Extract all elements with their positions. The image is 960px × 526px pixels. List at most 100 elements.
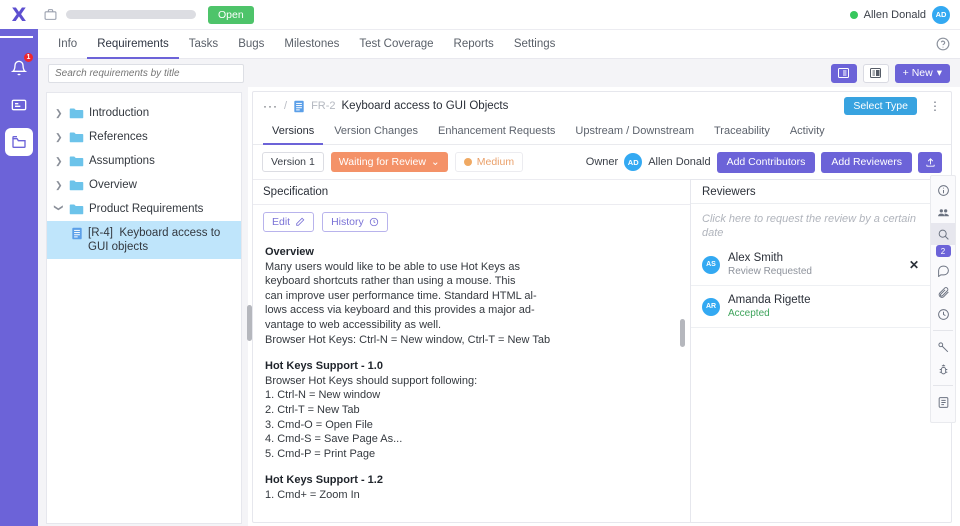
remove-reviewer-icon[interactable]: ✕ — [909, 258, 919, 272]
chevron-down-icon[interactable]: ❯ — [53, 204, 66, 213]
tab-traceability[interactable]: Traceability — [705, 119, 779, 145]
tab-enhancement-requests[interactable]: Enhancement Requests — [429, 119, 564, 145]
spec-heading: Hot Keys Support - 1.2 — [265, 474, 383, 486]
reviewer-row[interactable]: AS Alex Smith Review Requested ✕ — [691, 244, 930, 286]
version-toolbar: Version 1 Waiting for Review ⌄ Medium Ow… — [253, 145, 951, 179]
select-type-button[interactable]: Select Type — [844, 97, 917, 115]
more-options-icon[interactable]: ⋮ — [923, 101, 941, 111]
user-name: Allen Donald — [864, 9, 926, 21]
tab-milestones[interactable]: Milestones — [274, 30, 349, 59]
online-status-dot — [850, 11, 858, 19]
tree-item-label: Product Requirements — [89, 202, 203, 216]
chevron-right-icon[interactable]: ❯ — [55, 154, 64, 167]
review-icon[interactable] — [931, 223, 955, 245]
briefcase-icon — [44, 8, 57, 21]
tree-item-label: References — [89, 130, 148, 144]
document-icon — [293, 100, 305, 113]
search-input[interactable] — [48, 64, 244, 83]
breadcrumb-overflow[interactable]: ··· — [263, 99, 278, 113]
chevron-right-icon[interactable]: ❯ — [55, 178, 64, 191]
reviewer-status: Review Requested — [728, 265, 812, 278]
tree-item-selected-requirement[interactable]: [R-4] Keyboard access to GUI objects — [47, 221, 241, 259]
reviewers-panel: Reviewers Click here to request the revi… — [690, 179, 930, 523]
folder-icon — [69, 203, 84, 215]
sidebar-item-projects[interactable] — [5, 128, 33, 156]
tools-icon[interactable] — [931, 336, 955, 358]
tab-test-coverage[interactable]: Test Coverage — [349, 30, 443, 59]
chevron-down-icon: ▾ — [937, 67, 942, 79]
priority-dot-icon — [464, 158, 472, 166]
bug-icon[interactable] — [931, 358, 955, 380]
version-selector[interactable]: Version 1 — [262, 152, 324, 172]
requirements-tree: ❯ Introduction ❯ References ❯ Assumption… — [46, 92, 242, 524]
specification-scrollbar-thumb[interactable] — [680, 319, 685, 347]
help-icon[interactable] — [936, 37, 950, 51]
avatar[interactable]: AD — [932, 6, 950, 24]
attachment-icon[interactable] — [931, 281, 955, 303]
avatar: AR — [702, 298, 720, 316]
chevron-right-icon[interactable]: ❯ — [55, 106, 64, 119]
requirement-id: FR-2 — [311, 100, 335, 112]
new-button[interactable]: + New ▾ — [895, 64, 950, 83]
owner-name: Allen Donald — [648, 156, 710, 168]
tab-requirements[interactable]: Requirements — [87, 30, 179, 59]
toolbar-right: + New ▾ — [831, 64, 950, 83]
chevron-right-icon[interactable]: ❯ — [55, 130, 64, 143]
comment-icon[interactable] — [931, 259, 955, 281]
review-count-badge: 2 — [936, 245, 951, 257]
people-icon[interactable] — [931, 201, 955, 223]
status-badge[interactable]: Waiting for Review ⌄ — [331, 152, 448, 172]
priority-label: Medium — [477, 156, 514, 168]
reviewer-row[interactable]: AR Amanda Rigette Accepted — [691, 286, 930, 328]
reviewers-hint[interactable]: Click here to request the review by a ce… — [691, 204, 930, 244]
tree-item-product-requirements[interactable]: ❯ Product Requirements — [47, 197, 241, 221]
left-rail: 1 — [0, 29, 38, 526]
sidebar-item-dashboard[interactable] — [5, 91, 33, 119]
board-view-icon[interactable] — [863, 64, 889, 83]
add-contributors-button[interactable]: Add Contributors — [717, 152, 816, 173]
main-nav: Info Requirements Tasks Bugs Milestones … — [38, 30, 960, 59]
tree-item-overview[interactable]: ❯ Overview — [47, 173, 241, 197]
add-reviewers-button[interactable]: Add Reviewers — [821, 152, 912, 173]
document-icon — [71, 227, 83, 240]
tree-item-label: Assumptions — [89, 154, 155, 168]
sidebar-item-notifications[interactable]: 1 — [5, 54, 33, 82]
share-icon[interactable] — [918, 152, 942, 173]
tab-activity[interactable]: Activity — [781, 119, 834, 145]
info-icon[interactable] — [931, 179, 955, 201]
tab-upstream-downstream[interactable]: Upstream / Downstream — [566, 119, 703, 145]
tab-version-changes[interactable]: Version Changes — [325, 119, 427, 145]
tree-item-id: [R-4] — [88, 227, 113, 239]
priority-badge[interactable]: Medium — [455, 152, 523, 172]
edit-button-label: Edit — [272, 216, 290, 228]
tree-item-introduction[interactable]: ❯ Introduction — [47, 101, 241, 125]
tab-tasks[interactable]: Tasks — [179, 30, 228, 59]
document-icon[interactable] — [931, 391, 955, 413]
edit-button[interactable]: Edit — [263, 212, 314, 232]
hamburger-icon[interactable] — [0, 29, 38, 45]
tab-settings[interactable]: Settings — [504, 30, 566, 59]
tab-versions[interactable]: Versions — [263, 119, 323, 145]
folder-icon — [69, 179, 84, 191]
owner-avatar: AD — [624, 153, 642, 171]
project-name-placeholder — [66, 10, 196, 19]
app-root: X Open Allen Donald AD 1 Info Requiremen… — [0, 0, 960, 526]
right-icon-rail: 2 — [930, 175, 956, 423]
tab-bugs[interactable]: Bugs — [228, 30, 274, 59]
history-button-label: History — [331, 216, 364, 228]
history-icon[interactable] — [931, 303, 955, 325]
tab-info[interactable]: Info — [48, 30, 87, 59]
notification-badge: 1 — [23, 52, 34, 63]
history-button[interactable]: History — [322, 212, 388, 232]
list-view-icon[interactable] — [831, 64, 857, 83]
status-label: Waiting for Review — [339, 156, 426, 168]
tree-item-label: Introduction — [89, 106, 149, 120]
new-button-label: + New — [903, 67, 933, 79]
tree-item-references[interactable]: ❯ References — [47, 125, 241, 149]
top-bar-right: Allen Donald AD — [850, 6, 960, 24]
owner-section: Owner AD Allen Donald Add Contributors A… — [586, 152, 942, 173]
tree-item-assumptions[interactable]: ❯ Assumptions — [47, 149, 241, 173]
folder-icon — [69, 107, 84, 119]
tab-reports[interactable]: Reports — [444, 30, 504, 59]
app-logo[interactable]: X — [0, 4, 38, 26]
